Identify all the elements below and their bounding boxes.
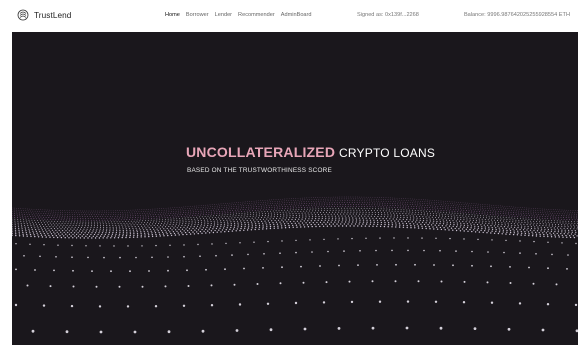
hero-headline: UNCOLLATERALIZED CRYPTO LOANS <box>186 144 435 160</box>
nav-recommender[interactable]: Recommender <box>238 12 275 18</box>
nav-borrower[interactable]: Borrower <box>186 12 209 18</box>
nav-home[interactable]: Home <box>165 12 180 18</box>
signed-account: Signed as: 0x139f...2268 <box>357 12 419 18</box>
headline-rest: CRYPTO LOANS <box>339 146 436 160</box>
top-navigation-bar: TrustLend Home Borrower Lender Recommend… <box>0 0 578 32</box>
hero-banner: UNCOLLATERALIZED CRYPTO LOANS BASED ON T… <box>12 32 578 345</box>
brand-name: TrustLend <box>34 10 72 20</box>
particle-wave-graphic <box>12 196 578 334</box>
account-balance: Balance: 9996.987642025255928554 ETH <box>463 12 570 18</box>
nav-adminboard[interactable]: AdminBoard <box>281 12 312 18</box>
main-nav: Home Borrower Lender Recommender AdminBo… <box>165 12 312 18</box>
brand-logo[interactable]: TrustLend <box>17 9 71 21</box>
hero-subline: BASED ON THE TRUSTWORTHINESS SCORE <box>187 167 332 174</box>
nav-lender[interactable]: Lender <box>215 12 232 18</box>
headline-highlight: UNCOLLATERALIZED <box>186 144 336 160</box>
trustlend-logo-icon <box>17 9 29 21</box>
